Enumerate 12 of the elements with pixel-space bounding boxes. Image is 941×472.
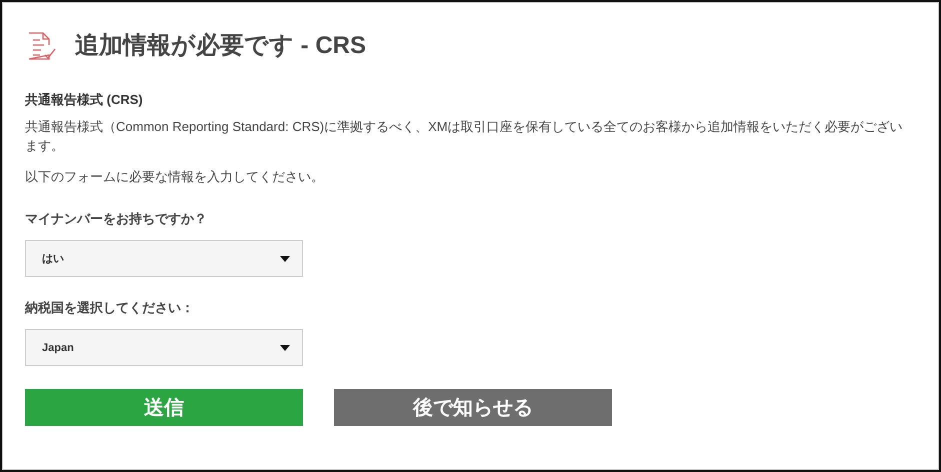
dropdown[interactable]: Japan	[25, 329, 303, 366]
paragraph: 共通報告様式（Common Reporting Standard: CRS)に準拠するべく、XMは取引口座を保有している全てのお客様から追加情報をいただく必要がございます。	[25, 118, 904, 155]
caret-icon	[280, 344, 290, 350]
section-heading: 共通報告様式 (CRS)	[25, 91, 144, 109]
later-button[interactable]: 後で知らせる	[334, 389, 612, 426]
dropdown[interactable]: はい	[25, 240, 303, 277]
field-label: 納税国を選択してください：	[25, 299, 195, 317]
field-label: マイナンバーをお持ちですか？	[25, 210, 208, 228]
document-check-icon	[27, 31, 57, 61]
page-title: 追加情報が必要です - CRS	[75, 31, 366, 61]
caret-icon	[280, 256, 290, 262]
paragraph: 以下のフォームに必要な情報を入力してください。	[25, 168, 325, 186]
